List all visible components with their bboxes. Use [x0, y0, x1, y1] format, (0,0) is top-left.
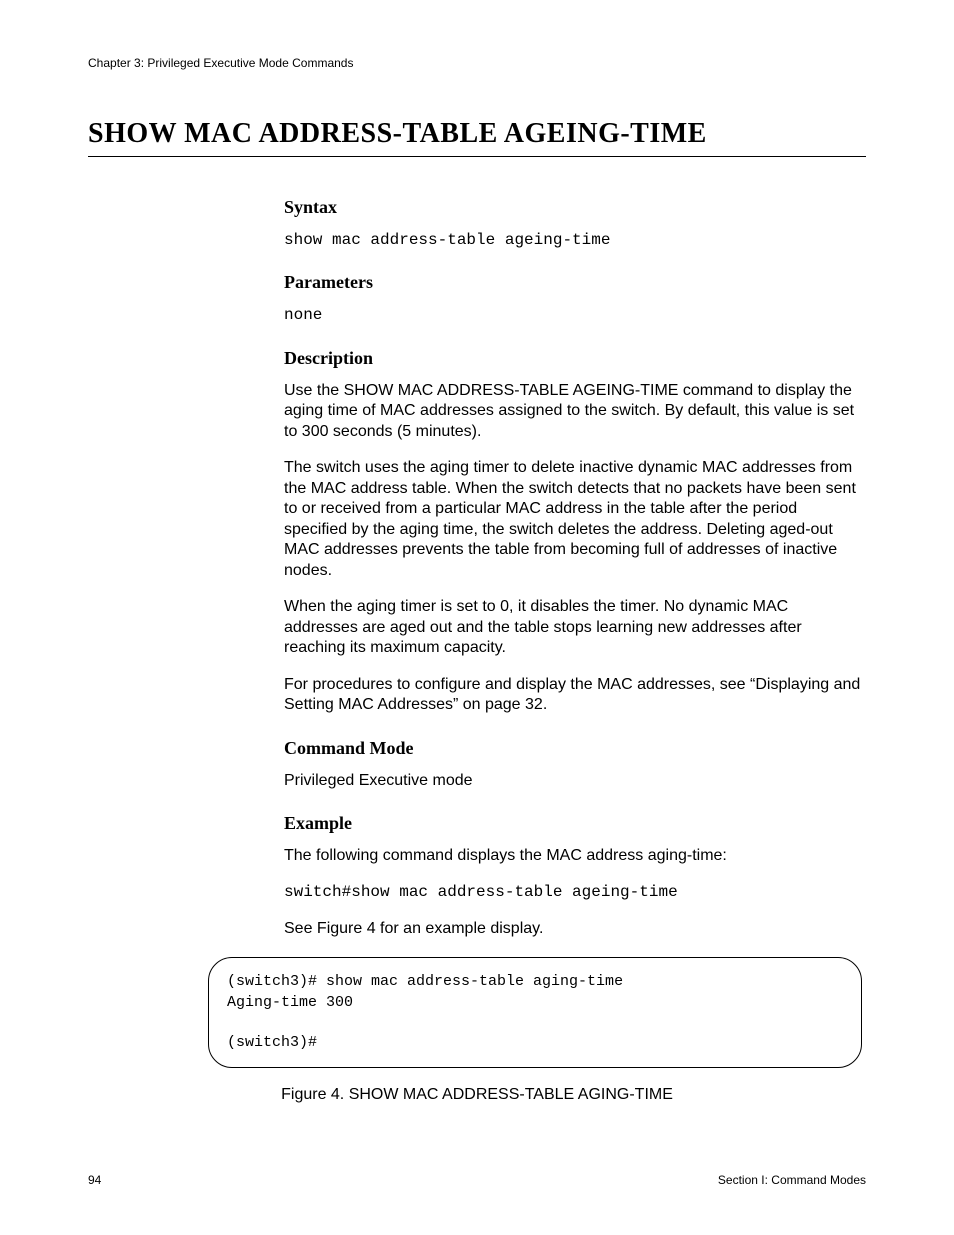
page-footer: 94 Section I: Command Modes — [88, 1173, 866, 1187]
section-label: Section I: Command Modes — [718, 1173, 866, 1187]
parameters-value: none — [284, 305, 862, 325]
description-paragraph-1: Use the SHOW MAC ADDRESS-TABLE AGEING-TI… — [284, 381, 862, 442]
page-number: 94 — [88, 1173, 101, 1187]
command-title: SHOW MAC ADDRESS-TABLE AGEING-TIME — [88, 118, 866, 157]
description-paragraph-3: When the aging timer is set to 0, it dis… — [284, 597, 862, 658]
header-chapter-label: Chapter 3: Privileged Executive Mode Com… — [88, 56, 866, 70]
syntax-heading: Syntax — [284, 197, 862, 218]
example-intro: The following command displays the MAC a… — [284, 846, 862, 866]
description-paragraph-2: The switch uses the aging timer to delet… — [284, 458, 862, 581]
description-heading: Description — [284, 348, 862, 369]
example-code: switch#show mac address-table ageing-tim… — [284, 882, 862, 902]
description-paragraph-4: For procedures to configure and display … — [284, 675, 862, 716]
example-heading: Example — [284, 813, 862, 834]
parameters-heading: Parameters — [284, 272, 862, 293]
document-page: Chapter 3: Privileged Executive Mode Com… — [0, 0, 954, 1235]
example-see-figure: See Figure 4 for an example display. — [284, 919, 862, 939]
syntax-code: show mac address-table ageing-time — [284, 230, 862, 250]
example-output-box: (switch3)# show mac address-table aging-… — [208, 957, 862, 1068]
command-mode-heading: Command Mode — [284, 738, 862, 759]
body-column: Syntax show mac address-table ageing-tim… — [284, 197, 862, 939]
figure-caption: Figure 4. SHOW MAC ADDRESS-TABLE AGING-T… — [88, 1086, 866, 1104]
command-mode-text: Privileged Executive mode — [284, 771, 862, 791]
